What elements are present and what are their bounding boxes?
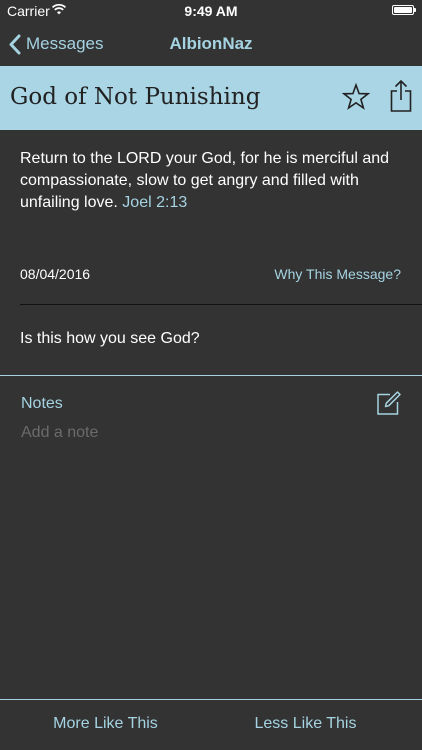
divider [20, 304, 422, 305]
add-note-input[interactable] [21, 422, 401, 444]
share-icon[interactable] [390, 80, 412, 112]
chevron-left-icon [9, 34, 21, 54]
message-meta-row: 08/04/2016 Why This Message? [0, 266, 422, 288]
notes-divider [0, 375, 422, 376]
message-title: God of Not Punishing [10, 84, 261, 110]
battery-icon [392, 5, 414, 15]
edit-note-icon[interactable] [377, 391, 401, 415]
star-icon[interactable] [342, 83, 370, 111]
less-like-this-button[interactable]: Less Like This [200, 700, 411, 750]
reflection-question: Is this how you see God? [20, 330, 200, 347]
status-bar: Carrier 9:49 AM [0, 0, 422, 22]
back-button-label: Messages [26, 34, 104, 53]
message-date: 08/04/2016 [20, 266, 91, 282]
message-detail-screen: Carrier 9:49 AM Messages AlbionNaz God o… [0, 0, 422, 750]
status-time: 9:49 AM [184, 3, 238, 19]
scripture-reference-link[interactable]: Joel 2:13 [122, 194, 187, 211]
navigation-bar: Messages AlbionNaz [0, 22, 422, 66]
more-like-this-button[interactable]: More Like This [0, 700, 211, 750]
message-body-text: Return to the LORD your God, for he is m… [20, 150, 390, 211]
why-this-message-link[interactable]: Why This Message? [274, 266, 401, 282]
message-title-banner: God of Not Punishing [0, 66, 422, 130]
notes-label: Notes [21, 395, 63, 412]
bottom-toolbar: More Like This Less Like This [0, 700, 422, 750]
back-button[interactable]: Messages [8, 22, 103, 66]
battery-tip [414, 8, 416, 12]
message-body: Return to the LORD your God, for he is m… [20, 148, 410, 214]
